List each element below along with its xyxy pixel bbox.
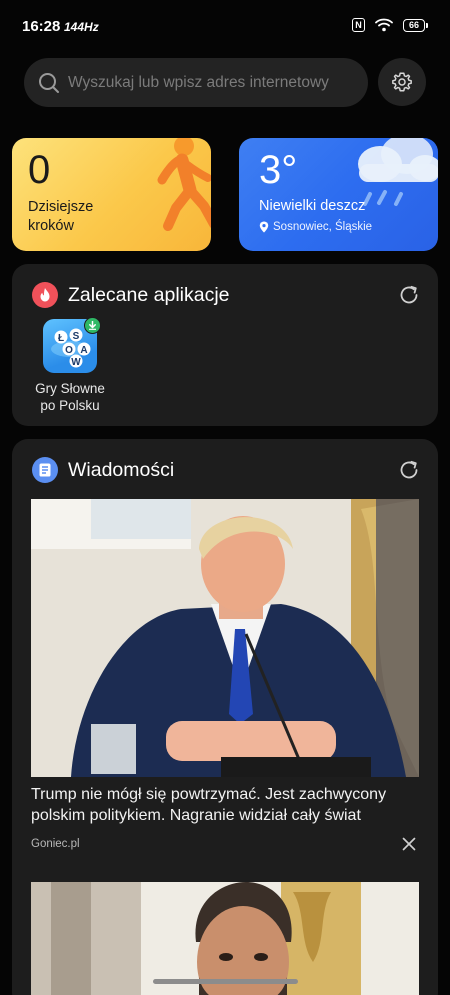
home-indicator[interactable] bbox=[153, 979, 298, 984]
battery-icon: 66 bbox=[403, 18, 428, 32]
weather-description: Niewielki deszcz bbox=[259, 198, 366, 214]
search-input[interactable]: Wyszukaj lub wpisz adres internetowy bbox=[24, 58, 368, 107]
refresh-icon[interactable] bbox=[398, 459, 420, 481]
download-icon bbox=[84, 317, 101, 334]
recommended-apps-title: Zalecane aplikacje bbox=[68, 283, 230, 306]
status-icons: N 66 bbox=[352, 18, 428, 32]
status-time: 16:28 bbox=[22, 18, 61, 35]
refresh-rate: 144Hz bbox=[64, 20, 99, 34]
settings-button[interactable] bbox=[378, 58, 426, 106]
news-header: Wiadomości bbox=[32, 457, 174, 483]
recommended-apps-card: Zalecane aplikacje Ł S O A W Gry Słowne … bbox=[12, 264, 438, 426]
location-pin-icon bbox=[259, 221, 269, 233]
fire-icon bbox=[32, 282, 58, 308]
nfc-icon: N bbox=[352, 18, 365, 32]
tile-letter-3: O bbox=[65, 345, 73, 356]
steps-widget[interactable]: 0 Dzisiejsze kroków bbox=[12, 138, 211, 251]
tile-letter-1: Ł bbox=[58, 333, 64, 344]
close-icon[interactable] bbox=[402, 837, 416, 851]
app-icon-gry-slowne: Ł S O A W bbox=[43, 317, 101, 373]
status-bar: 16:28 144Hz N 66 bbox=[0, 0, 450, 52]
news-article-image[interactable] bbox=[31, 499, 419, 777]
steps-label: Dzisiejsze kroków bbox=[28, 199, 94, 234]
news-headline[interactable]: Trump nie mógł się powtrzymać. Jest zach… bbox=[31, 784, 426, 826]
tile-letter-2: S bbox=[73, 331, 80, 342]
refresh-icon[interactable] bbox=[398, 284, 420, 306]
weather-location: Sosnowiec, Śląskie bbox=[259, 221, 372, 233]
news-source: Goniec.pl bbox=[31, 838, 80, 850]
walking-person-icon bbox=[157, 138, 211, 231]
wifi-icon bbox=[375, 18, 393, 32]
weather-widget[interactable]: 3° Niewielki deszcz Sosnowiec, Śląskie bbox=[239, 138, 438, 251]
weather-location-text: Sosnowiec, Śląskie bbox=[273, 221, 373, 233]
app-label-gry-slowne: Gry Słowne po Polsku bbox=[35, 381, 105, 413]
news-photo bbox=[31, 499, 419, 777]
steps-count: 0 bbox=[28, 148, 51, 192]
search-placeholder: Wyszukaj lub wpisz adres internetowy bbox=[68, 73, 329, 91]
news-card: Wiadomości Trump nie mógł się powtrzymać… bbox=[12, 439, 438, 995]
search-icon bbox=[39, 72, 59, 93]
tile-letter-4: A bbox=[80, 345, 87, 356]
gear-icon bbox=[392, 72, 412, 92]
recommended-apps-header: Zalecane aplikacje bbox=[32, 282, 230, 308]
news-icon bbox=[32, 457, 58, 483]
tile-letter-5: W bbox=[71, 357, 81, 368]
battery-level: 66 bbox=[403, 18, 425, 32]
weather-temperature: 3° bbox=[259, 148, 298, 192]
news-title: Wiadomości bbox=[68, 458, 175, 481]
